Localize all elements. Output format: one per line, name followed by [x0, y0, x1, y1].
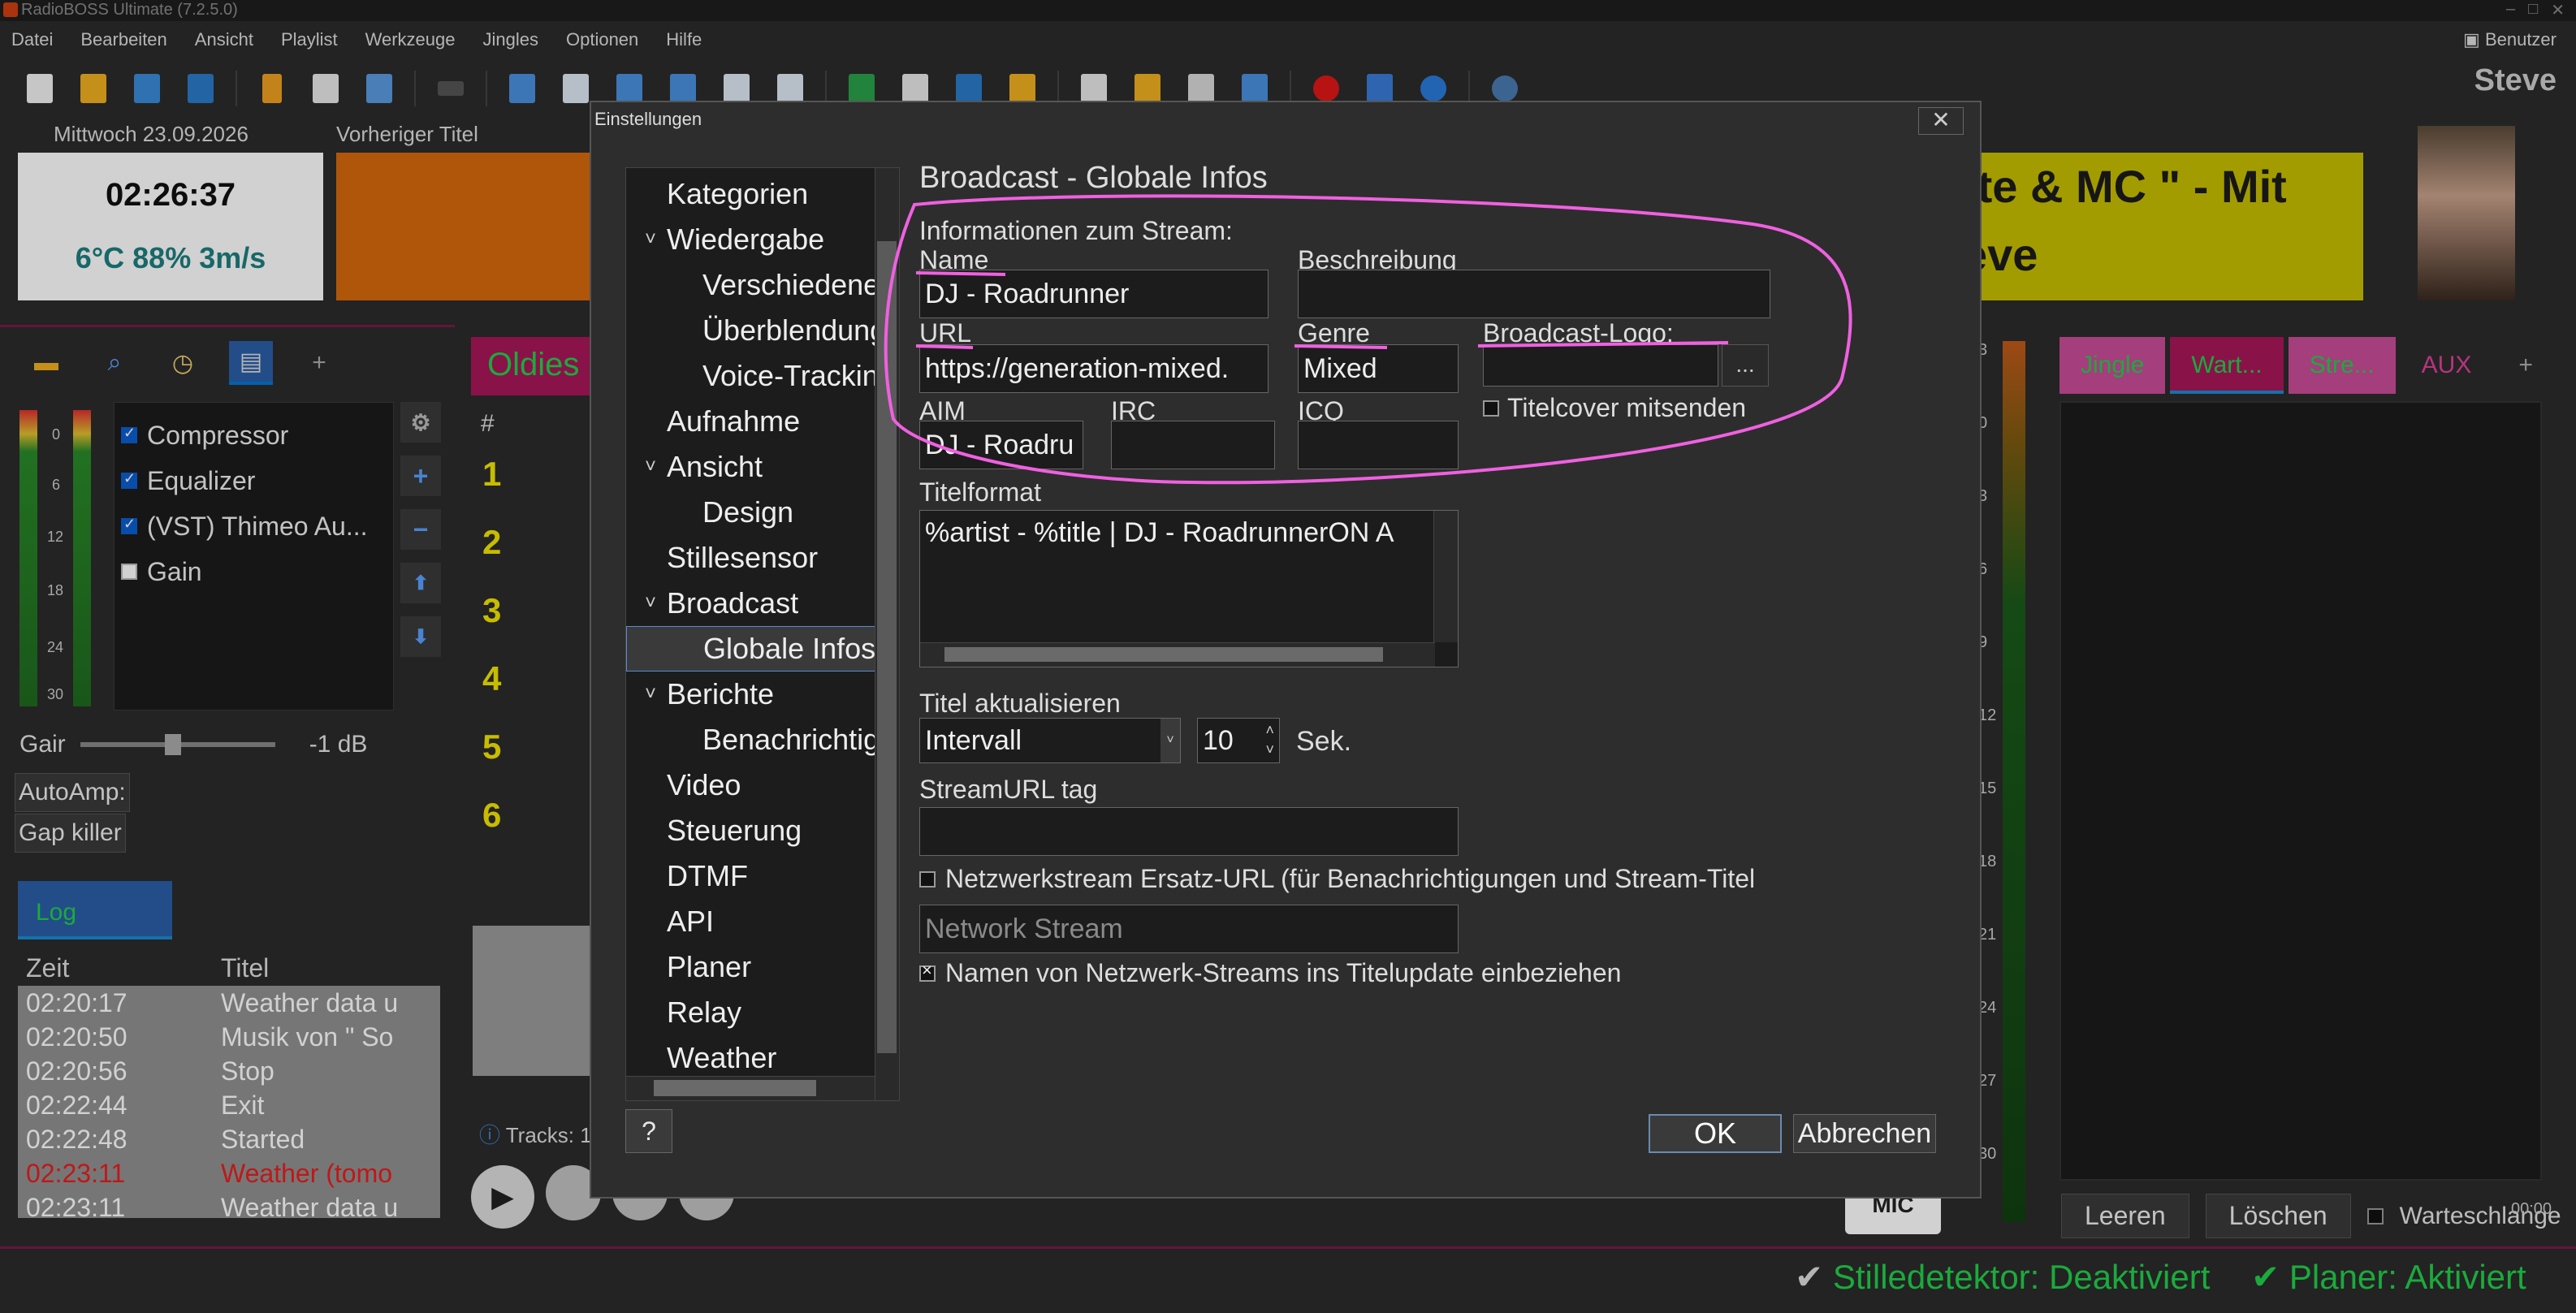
underline-genre: [1294, 344, 1388, 349]
annotation-outline: [884, 194, 1852, 485]
underline-logo: [1477, 341, 1729, 348]
pink-annotation-overlay: [884, 194, 1852, 485]
settings-dialog: Einstellungen ✕ Kategorien ˅ Wiedergabe V…: [590, 101, 1982, 1199]
underline-name: [915, 271, 1006, 276]
underline-url: [915, 344, 974, 349]
